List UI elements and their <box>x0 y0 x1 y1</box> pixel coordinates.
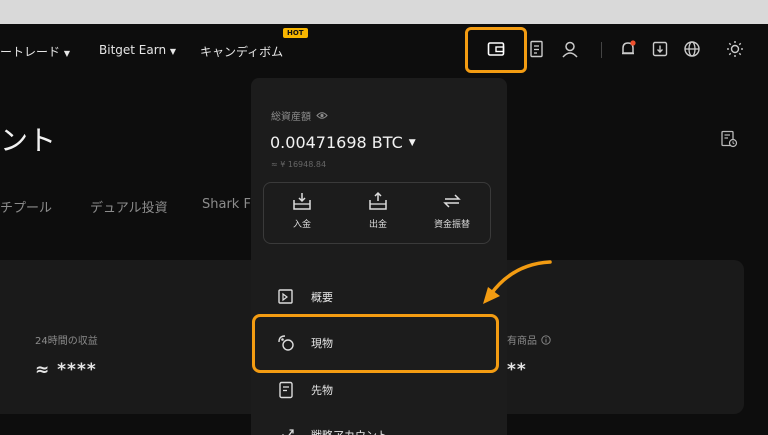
transfer-icon <box>443 194 461 208</box>
history-icon[interactable] <box>720 130 740 150</box>
bell-icon[interactable] <box>617 38 639 60</box>
orders-icon[interactable] <box>526 38 548 60</box>
sun-icon[interactable] <box>724 38 746 60</box>
nav-item-trade[interactable]: ートレード ▼ <box>0 43 70 60</box>
label-holdings-text: 有商品 <box>507 336 537 347</box>
globe-icon[interactable] <box>681 38 703 60</box>
transfer-button[interactable]: 資金振替 <box>422 191 482 230</box>
nav-item-earn-label: Bitget Earn <box>99 43 167 57</box>
label-24h-earnings: 24時間の収益 <box>35 336 98 347</box>
transfer-label: 資金振替 <box>433 220 470 230</box>
divider <box>601 42 602 58</box>
spot-highlight-box <box>252 314 499 373</box>
label-holdings: 有商品 <box>507 332 551 347</box>
hot-badge: HOT <box>283 28 308 38</box>
menu-item-strategy[interactable]: 戦略アカウント <box>264 415 494 435</box>
eye-icon[interactable] <box>316 111 328 120</box>
top-navigation-bar: ートレード ▼ Bitget Earn ▼ キャンディボム HOT <box>0 24 768 78</box>
menu-item-futures-label: 先物 <box>311 384 333 397</box>
deposit-label: 入金 <box>292 220 311 230</box>
pointer-arrow <box>483 260 552 304</box>
caret-down-icon: ▼ <box>169 47 177 56</box>
fiat-value: ≈ ¥ 16948.84 <box>271 160 327 169</box>
menu-item-futures[interactable]: 先物 <box>264 370 494 410</box>
deposit-button[interactable]: 入金 <box>272 191 332 230</box>
caret-down-icon: ▼ <box>408 137 416 148</box>
value-24h-earnings: ≈ **** <box>35 360 97 380</box>
withdraw-icon <box>369 191 387 210</box>
caret-down-icon: ▼ <box>63 49 70 58</box>
balance-selector[interactable]: 0.00471698 BTC ▼ <box>270 133 416 152</box>
total-assets-label-text: 総資産額 <box>271 112 311 123</box>
withdraw-button[interactable]: 出金 <box>348 191 408 230</box>
value-holdings: ** <box>507 360 527 380</box>
tab-dual-investment[interactable]: デュアル投資 <box>90 197 168 216</box>
overview-icon <box>278 289 293 304</box>
withdraw-label: 出金 <box>368 220 387 230</box>
nav-item-candybomb[interactable]: キャンディボム <box>200 43 283 60</box>
wallet-actions: 入金 出金 資金振替 <box>263 182 491 244</box>
menu-item-overview[interactable]: 概要 <box>264 277 494 317</box>
strategy-icon <box>282 429 294 435</box>
menu-item-strategy-label: 戦略アカウント <box>311 427 388 435</box>
futures-icon <box>279 381 293 399</box>
download-icon[interactable] <box>649 38 671 60</box>
total-assets-label: 総資産額 <box>271 108 328 123</box>
info-icon <box>541 334 551 345</box>
tab-pool[interactable]: チプール <box>0 197 52 216</box>
wallet-highlight-box <box>465 27 527 73</box>
wallet-dropdown-panel: 総資産額 0.00471698 BTC ▼ ≈ ¥ 16948.84 入金 出金… <box>251 78 507 435</box>
nav-item-earn[interactable]: Bitget Earn ▼ <box>99 43 176 57</box>
deposit-icon <box>293 193 311 210</box>
tab-shark-fin[interactable]: Shark F <box>202 197 251 212</box>
app-window: ートレード ▼ Bitget Earn ▼ キャンディボム HOT ント チプー… <box>0 24 768 435</box>
page-title: ント <box>0 124 57 157</box>
nav-item-trade-label: ートレード <box>0 45 61 59</box>
user-icon[interactable] <box>559 38 581 60</box>
nav-item-candybomb-label: キャンディボム <box>200 45 284 59</box>
balance-value: 0.00471698 BTC <box>270 133 403 152</box>
menu-item-overview-label: 概要 <box>311 291 333 304</box>
